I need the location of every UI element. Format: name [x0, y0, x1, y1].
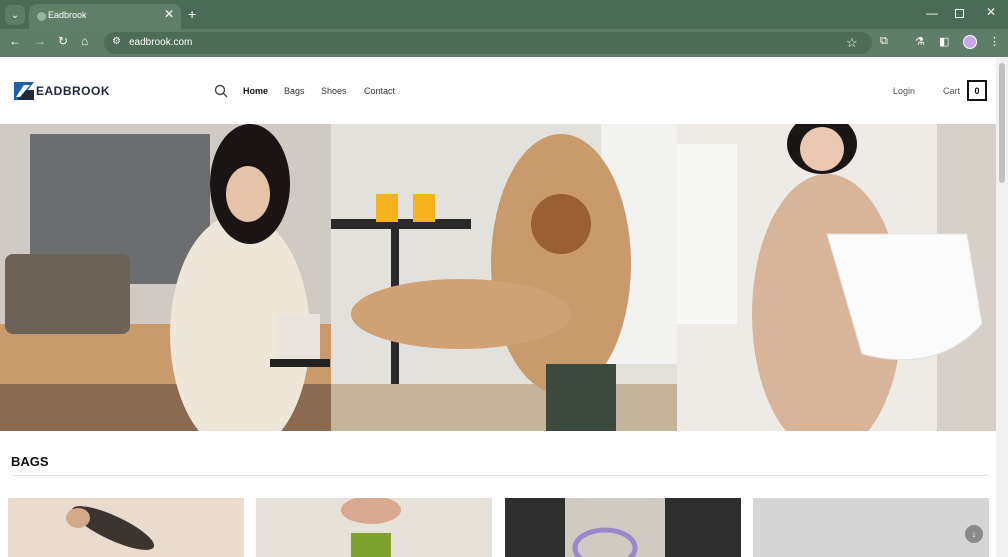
cart-count-badge[interactable]: 0	[967, 80, 987, 101]
web-page: EADBROOK Home Bags Shoes Contact Login C…	[0, 57, 996, 557]
product-card[interactable]	[505, 498, 741, 557]
browser-tab[interactable]: Eadbrook ✕	[29, 4, 181, 29]
hero-image-tote	[677, 124, 996, 431]
maximize-icon[interactable]	[955, 9, 964, 18]
star-icon[interactable]: ☆	[846, 35, 858, 51]
favicon-icon	[37, 12, 46, 21]
logo-icon[interactable]	[14, 82, 34, 100]
back-icon[interactable]: ←	[9, 34, 21, 48]
login-link[interactable]: Login	[893, 86, 915, 96]
cart-link[interactable]: Cart	[943, 86, 960, 96]
reload-icon[interactable]: ↻	[58, 34, 68, 48]
nav-bags[interactable]: Bags	[284, 86, 305, 96]
product-card[interactable]	[256, 498, 492, 557]
hero-banner	[0, 124, 996, 431]
url-text[interactable]: eadbrook.com	[129, 37, 192, 48]
nav-shoes[interactable]: Shoes	[321, 86, 347, 96]
section-title-bags: BAGS	[11, 454, 49, 469]
sidebar-icon[interactable]: ◧	[939, 35, 949, 48]
window-close-icon[interactable]: ✕	[986, 5, 996, 19]
search-icon[interactable]	[214, 84, 228, 98]
browser-toolbar: ← → ↻ ⌂ ⚙ eadbrook.com ☆ ⧉ ⚗ ◧ ⋮	[0, 29, 1008, 57]
scroll-to-top-icon[interactable]: ↓	[965, 525, 983, 543]
close-icon[interactable]: ✕	[164, 7, 174, 21]
tab-search-icon[interactable]: ⌄	[5, 5, 25, 25]
minimize-icon[interactable]: —	[926, 6, 938, 20]
forward-icon[interactable]: →	[34, 34, 46, 48]
nav-home[interactable]: Home	[243, 86, 268, 96]
menu-icon[interactable]: ⋮	[989, 35, 1000, 48]
product-card[interactable]	[753, 498, 989, 557]
nav-contact[interactable]: Contact	[364, 86, 395, 96]
extensions-icon[interactable]: ⧉	[880, 35, 888, 48]
section-divider	[11, 475, 988, 476]
labs-icon[interactable]: ⚗	[915, 35, 925, 48]
address-bar[interactable]: ⚙ eadbrook.com ☆	[104, 32, 872, 54]
hero-image-desk	[0, 124, 331, 431]
hero-image-seated	[331, 124, 677, 431]
site-info-icon[interactable]: ⚙	[112, 36, 121, 47]
scroll-thumb[interactable]	[999, 63, 1005, 183]
tab-title: Eadbrook	[48, 10, 87, 20]
home-icon[interactable]: ⌂	[81, 34, 88, 48]
profile-icon[interactable]	[963, 35, 977, 49]
page-scrollbar[interactable]	[996, 57, 1008, 557]
logo-text[interactable]: EADBROOK	[36, 84, 110, 98]
plus-icon[interactable]: +	[188, 6, 196, 22]
browser-tab-bar: ⌄ Eadbrook ✕ + — ✕	[0, 0, 1008, 29]
product-card[interactable]	[8, 498, 244, 557]
